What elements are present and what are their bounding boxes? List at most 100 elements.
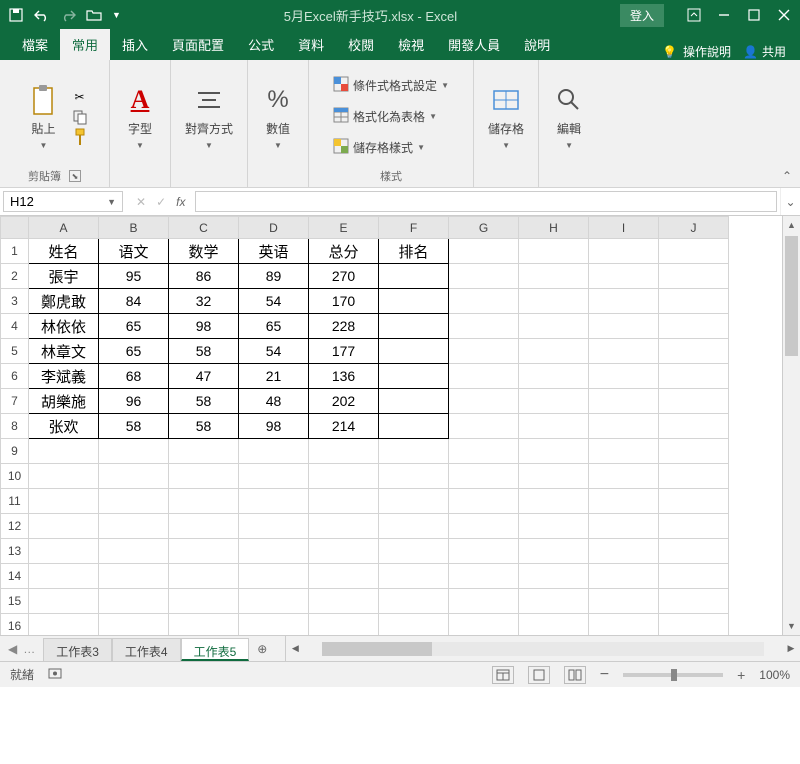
cell[interactable]: [309, 464, 379, 489]
cell[interactable]: 96: [99, 389, 169, 414]
cell[interactable]: [589, 439, 659, 464]
cell[interactable]: 張宇: [29, 264, 99, 289]
cell[interactable]: [169, 464, 239, 489]
cell[interactable]: [519, 539, 589, 564]
cell[interactable]: [659, 264, 729, 289]
cell-styles-button[interactable]: 儲存格樣式 ▼: [329, 136, 429, 159]
cell[interactable]: [589, 339, 659, 364]
format-as-table-button[interactable]: 格式化為表格 ▼: [329, 105, 441, 128]
col-header[interactable]: G: [449, 217, 519, 239]
cell[interactable]: [589, 239, 659, 264]
row-header[interactable]: 10: [1, 464, 29, 489]
row-header[interactable]: 3: [1, 289, 29, 314]
row-header[interactable]: 8: [1, 414, 29, 439]
alignment-button[interactable]: 對齊方式 ▼: [179, 80, 239, 154]
cell[interactable]: [519, 339, 589, 364]
row-header[interactable]: 15: [1, 589, 29, 614]
cell[interactable]: [169, 489, 239, 514]
cell[interactable]: 202: [309, 389, 379, 414]
cell[interactable]: [99, 439, 169, 464]
cell[interactable]: [309, 439, 379, 464]
cell[interactable]: [449, 389, 519, 414]
font-button[interactable]: A 字型 ▼: [118, 80, 162, 154]
cell[interactable]: 林依依: [29, 314, 99, 339]
cell[interactable]: [449, 264, 519, 289]
expand-formula-icon[interactable]: ⌄: [780, 188, 800, 215]
scroll-down-icon[interactable]: ▼: [783, 617, 800, 635]
paste-button[interactable]: 貼上 ▼: [22, 80, 66, 154]
cell[interactable]: [449, 514, 519, 539]
cell[interactable]: 214: [309, 414, 379, 439]
fx-icon[interactable]: fx: [176, 195, 185, 209]
cell[interactable]: [519, 489, 589, 514]
cell[interactable]: 语文: [99, 239, 169, 264]
cell[interactable]: [519, 439, 589, 464]
cell[interactable]: 32: [169, 289, 239, 314]
cell[interactable]: 48: [239, 389, 309, 414]
cell[interactable]: 47: [169, 364, 239, 389]
open-icon[interactable]: [86, 7, 102, 23]
cell[interactable]: 58: [99, 414, 169, 439]
cell[interactable]: [239, 464, 309, 489]
cell[interactable]: [379, 614, 449, 636]
cell[interactable]: [379, 589, 449, 614]
cell[interactable]: [29, 589, 99, 614]
cell[interactable]: [659, 414, 729, 439]
cell[interactable]: [449, 289, 519, 314]
cell[interactable]: [589, 314, 659, 339]
cell[interactable]: [659, 564, 729, 589]
cell[interactable]: 林章文: [29, 339, 99, 364]
row-header[interactable]: 14: [1, 564, 29, 589]
cells-button[interactable]: 儲存格 ▼: [482, 80, 530, 154]
cell[interactable]: [29, 539, 99, 564]
tab-view[interactable]: 檢視: [386, 29, 436, 60]
cell[interactable]: [379, 464, 449, 489]
cell[interactable]: 排名: [379, 239, 449, 264]
cell[interactable]: [589, 414, 659, 439]
cell[interactable]: [169, 439, 239, 464]
cell[interactable]: 98: [239, 414, 309, 439]
cell[interactable]: [379, 289, 449, 314]
cell[interactable]: 英语: [239, 239, 309, 264]
cell[interactable]: [449, 539, 519, 564]
zoom-slider[interactable]: [623, 673, 723, 677]
cell[interactable]: [659, 239, 729, 264]
cell[interactable]: [169, 539, 239, 564]
row-header[interactable]: 1: [1, 239, 29, 264]
cell[interactable]: [99, 539, 169, 564]
cell[interactable]: [379, 564, 449, 589]
cell[interactable]: [519, 364, 589, 389]
col-header[interactable]: C: [169, 217, 239, 239]
cell[interactable]: [239, 589, 309, 614]
cell[interactable]: 136: [309, 364, 379, 389]
zoom-level[interactable]: 100%: [759, 668, 790, 682]
cell[interactable]: [449, 564, 519, 589]
normal-view-icon[interactable]: [492, 666, 514, 684]
login-button[interactable]: 登入: [620, 4, 664, 27]
cell[interactable]: 54: [239, 339, 309, 364]
cell[interactable]: [449, 364, 519, 389]
tab-review[interactable]: 校閱: [336, 29, 386, 60]
cell[interactable]: [99, 589, 169, 614]
col-header[interactable]: I: [589, 217, 659, 239]
cell[interactable]: [29, 439, 99, 464]
cell[interactable]: [449, 489, 519, 514]
cell[interactable]: [519, 614, 589, 636]
cell[interactable]: 胡樂施: [29, 389, 99, 414]
sheet-tab-4[interactable]: 工作表4: [112, 638, 181, 661]
tab-layout[interactable]: 頁面配置: [160, 29, 236, 60]
cell[interactable]: [589, 589, 659, 614]
cell[interactable]: [449, 314, 519, 339]
cell[interactable]: [589, 564, 659, 589]
cell[interactable]: [659, 289, 729, 314]
share-button[interactable]: 👤共用: [743, 43, 786, 60]
cell[interactable]: 84: [99, 289, 169, 314]
cell[interactable]: [589, 614, 659, 636]
row-header[interactable]: 2: [1, 264, 29, 289]
cell[interactable]: [239, 439, 309, 464]
cell[interactable]: 李斌義: [29, 364, 99, 389]
cell[interactable]: 张欢: [29, 414, 99, 439]
sheet-nav-more-icon[interactable]: …: [23, 642, 35, 656]
col-header[interactable]: H: [519, 217, 589, 239]
cell[interactable]: [379, 439, 449, 464]
